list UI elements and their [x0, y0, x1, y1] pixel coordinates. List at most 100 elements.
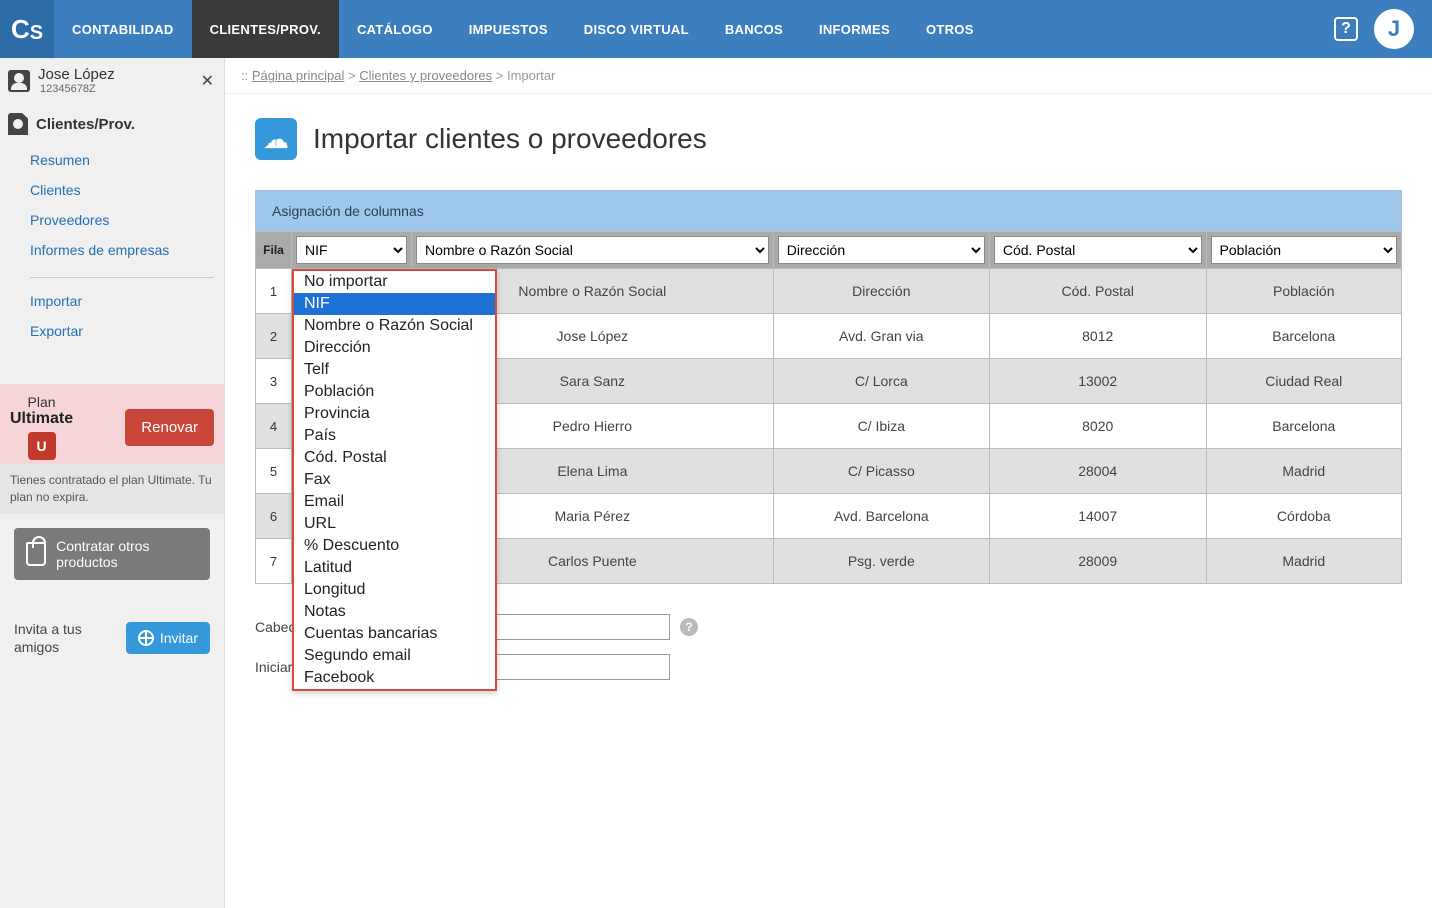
renovar-button[interactable]: Renovar: [125, 409, 214, 446]
plan-box: Plan Ultimate U Renovar: [0, 384, 224, 464]
top-nav: CS CONTABILIDADCLIENTES/PROV.CATÁLOGOIMP…: [0, 0, 1432, 58]
crumb-home[interactable]: Página principal: [252, 68, 345, 83]
help-tooltip-icon[interactable]: ?: [680, 618, 698, 636]
dropdown-option[interactable]: Facebook: [294, 667, 495, 689]
dropdown-option[interactable]: Cuentas bancarias: [294, 623, 495, 645]
row-number: 6: [256, 494, 292, 539]
invite-label: Invita a tus amigos: [14, 620, 116, 656]
plan-note: Tienes contratado el plan Ultimate. Tu p…: [0, 464, 224, 514]
plan-name: Ultimate: [10, 410, 73, 428]
help-icon[interactable]: ?: [1334, 17, 1358, 41]
dropdown-option[interactable]: País: [294, 425, 495, 447]
sidebar-link[interactable]: Proveedores: [30, 205, 224, 235]
dropdown-option[interactable]: Longitud: [294, 579, 495, 601]
column-select[interactable]: Cód. Postal: [994, 236, 1202, 264]
dropdown-option[interactable]: Latitud: [294, 557, 495, 579]
nav-item[interactable]: IMPUESTOS: [451, 0, 566, 58]
table-cell: C/ Lorca: [773, 359, 989, 404]
table-cell: C/ Ibiza: [773, 404, 989, 449]
row-number: 3: [256, 359, 292, 404]
user-nif: 12345678Z: [40, 83, 115, 95]
page-header: Importar clientes o proveedores: [225, 94, 1432, 190]
start-input[interactable]: [475, 654, 670, 680]
row-number: 2: [256, 314, 292, 359]
row-header-cell: Fila: [256, 232, 292, 269]
plan-badge: U: [28, 432, 56, 460]
dropdown-option[interactable]: Población: [294, 381, 495, 403]
dropdown-option[interactable]: Provincia: [294, 403, 495, 425]
nav-item[interactable]: DISCO VIRTUAL: [566, 0, 707, 58]
dropdown-option[interactable]: NIF: [294, 293, 495, 315]
table-cell: 28009: [989, 539, 1206, 584]
nav-item[interactable]: OTROS: [908, 0, 992, 58]
nav-items: CONTABILIDADCLIENTES/PROV.CATÁLOGOIMPUES…: [54, 0, 992, 58]
table-caption: Asignación de columnas: [255, 190, 1402, 231]
invite-button-label: Invitar: [160, 630, 198, 646]
nav-item[interactable]: CONTABILIDAD: [54, 0, 192, 58]
cloud-upload-icon: [255, 118, 297, 160]
crumb-current: Importar: [507, 68, 555, 83]
table-cell: Cód. Postal: [989, 269, 1206, 314]
dropdown-option[interactable]: Segundo email: [294, 645, 495, 667]
table-cell: Madrid: [1206, 539, 1401, 584]
nav-item[interactable]: BANCOS: [707, 0, 801, 58]
dropdown-option[interactable]: No importar: [294, 271, 495, 293]
dropdown-option[interactable]: Dirección: [294, 337, 495, 359]
column-select[interactable]: NIF: [296, 236, 407, 264]
table-cell: Avd. Gran via: [773, 314, 989, 359]
sidebar-link[interactable]: Clientes: [30, 175, 224, 205]
dropdown-option[interactable]: Cód. Postal: [294, 447, 495, 469]
sidebar-section-title: Clientes/Prov.: [36, 116, 135, 133]
main: :: Página principal > Clientes y proveed…: [225, 58, 1432, 908]
headers-input[interactable]: [475, 614, 670, 640]
dropdown-option[interactable]: Telf: [294, 359, 495, 381]
column-select[interactable]: Población: [1211, 236, 1397, 264]
table-cell: 28004: [989, 449, 1206, 494]
avatar[interactable]: J: [1374, 9, 1414, 49]
dropdown-option[interactable]: Fax: [294, 469, 495, 491]
column-select[interactable]: Nombre o Razón Social: [416, 236, 769, 264]
dropdown-option[interactable]: Email: [294, 491, 495, 513]
sidebar-link[interactable]: Exportar: [30, 316, 224, 346]
user-row: Jose López 12345678Z ✕: [0, 58, 224, 103]
contract-products-button[interactable]: Contratar otros productos: [14, 528, 210, 580]
page-title: Importar clientes o proveedores: [313, 123, 707, 155]
logo[interactable]: CS: [0, 0, 54, 58]
table-cell: C/ Picasso: [773, 449, 989, 494]
sidebar-link[interactable]: Importar: [30, 286, 224, 316]
dropdown-option[interactable]: Notas: [294, 601, 495, 623]
table-cell: Barcelona: [1206, 404, 1401, 449]
sidebar-link[interactable]: Resumen: [30, 145, 224, 175]
bag-icon: [26, 542, 46, 566]
sidebar-links-1: ResumenClientesProveedoresInformes de em…: [0, 141, 224, 273]
table-cell: 8012: [989, 314, 1206, 359]
user-name: Jose López: [38, 66, 115, 83]
table-cell: Avd. Barcelona: [773, 494, 989, 539]
table-cell: 13002: [989, 359, 1206, 404]
column-dropdown-open[interactable]: No importarNIFNombre o Razón SocialDirec…: [292, 269, 497, 691]
nav-item[interactable]: CLIENTES/PROV.: [192, 0, 339, 58]
row-number: 5: [256, 449, 292, 494]
sidebar-link[interactable]: Informes de empresas: [30, 235, 224, 265]
nav-item[interactable]: INFORMES: [801, 0, 908, 58]
table-cell: Córdoba: [1206, 494, 1401, 539]
shuffle-icon[interactable]: ✕: [201, 71, 214, 91]
sidebar-links-2: ImportarExportar: [0, 282, 224, 354]
table-cell: Madrid: [1206, 449, 1401, 494]
table-cell: Ciudad Real: [1206, 359, 1401, 404]
table-cell: Barcelona: [1206, 314, 1401, 359]
dropdown-option[interactable]: Nombre o Razón Social: [294, 315, 495, 337]
sidebar: Jose López 12345678Z ✕ Clientes/Prov. Re…: [0, 58, 225, 908]
column-select[interactable]: Dirección: [778, 236, 985, 264]
crumb-section[interactable]: Clientes y proveedores: [359, 68, 492, 83]
dropdown-option[interactable]: URL: [294, 513, 495, 535]
dropdown-option[interactable]: % Descuento: [294, 535, 495, 557]
invite-button[interactable]: Invitar: [126, 622, 210, 654]
table-cell: Población: [1206, 269, 1401, 314]
row-number: 4: [256, 404, 292, 449]
table-cell: 14007: [989, 494, 1206, 539]
nav-item[interactable]: CATÁLOGO: [339, 0, 451, 58]
sidebar-section: Clientes/Prov.: [0, 103, 224, 141]
row-number: 7: [256, 539, 292, 584]
clipboard-icon: [8, 113, 28, 135]
